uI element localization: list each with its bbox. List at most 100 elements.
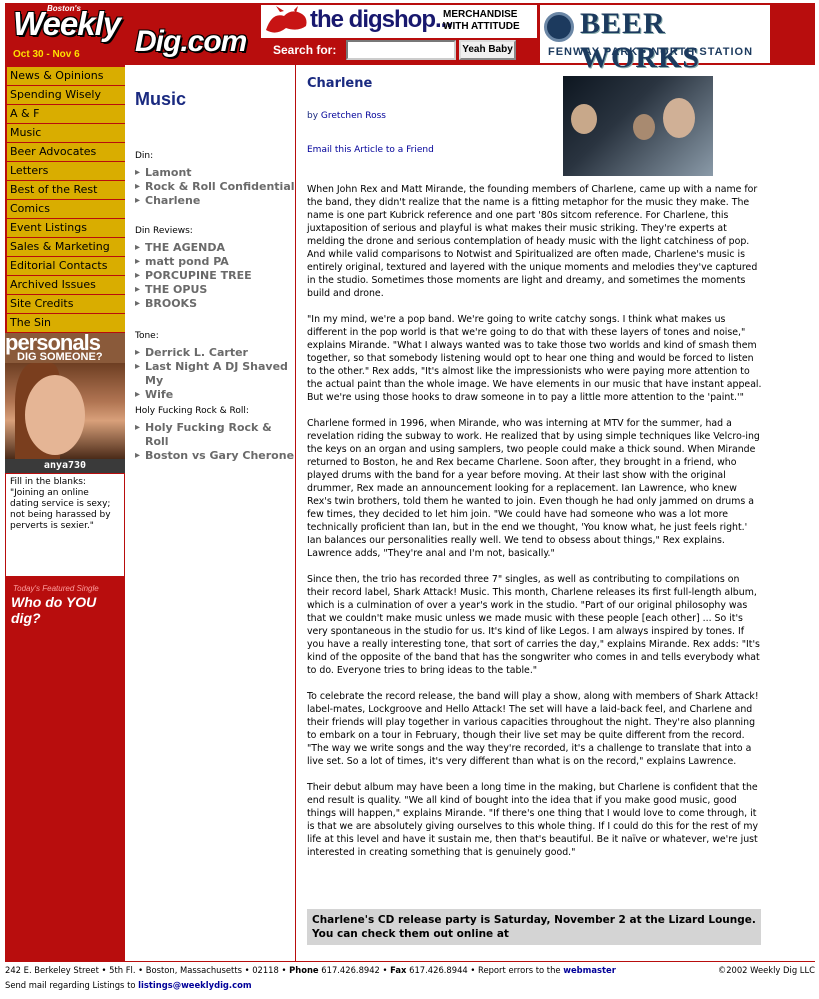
email-article-link[interactable]: Email this Article to a Friend <box>307 145 434 155</box>
site-footer: 242 E. Berkeley Street • 5th Fl. • Bosto… <box>5 961 815 999</box>
footer-address: 242 E. Berkeley Street • 5th Fl. • Bosto… <box>5 965 616 975</box>
paragraph: Their debut album may have been a long t… <box>307 782 759 858</box>
listings-text: Send mail regarding Listings to <box>5 980 136 990</box>
devil-icon <box>262 6 312 37</box>
group-label: Din: <box>135 151 154 161</box>
listings-email-link[interactable]: listings@weeklydig.com <box>138 980 251 990</box>
search-bar: Search for: Yeah Baby <box>261 40 537 62</box>
subnav-item-cont[interactable]: Wife <box>135 388 295 402</box>
fill-line-4: perverts is sexier." <box>10 521 94 531</box>
digshop-name: the digshop... <box>310 6 453 33</box>
fax-text: 617.426.8944 • Report errors to the <box>409 965 561 975</box>
issue-dates: Oct 30 - Nov 6 <box>13 49 80 60</box>
author-link[interactable]: Gretchen Ross <box>321 111 386 121</box>
fill-line-2: dating service is sexy; <box>10 499 111 509</box>
subnav-item[interactable]: Derrick L. Carter <box>135 346 295 360</box>
beerworks-locations: FENWAY PARK • NORTH STATION <box>548 46 754 58</box>
nav-item-music[interactable]: Music <box>5 124 125 142</box>
group-label: Din Reviews: <box>135 226 193 236</box>
featured-single[interactable]: Today's Featured Single Who do YOU dig? <box>5 581 125 626</box>
logo-dig: Dig.com <box>135 25 247 58</box>
subnav-item[interactable]: Last Night A DJ Shaved My <box>135 360 295 388</box>
beerworks-banner[interactable]: BEER WORKS FENWAY PARK • NORTH STATION <box>540 5 770 74</box>
nav-item-the-sin[interactable]: The Sin <box>5 314 125 332</box>
subnav-item[interactable]: Charlene <box>135 194 295 208</box>
phone-label: Phone <box>289 965 319 975</box>
search-label: Search for: <box>273 43 337 57</box>
section-title: Music <box>135 89 187 109</box>
email-article: Email this Article to a Friend <box>307 145 434 155</box>
dating-service-link[interactable]: dating service <box>10 499 74 509</box>
footer-listings: Send mail regarding Listings to listings… <box>5 980 252 990</box>
nav-item-beer-advocates[interactable]: Beer Advocates <box>5 143 125 161</box>
paragraph: When John Rex and Matt Mirande, the foun… <box>307 184 758 299</box>
search-button[interactable]: Yeah Baby <box>459 40 516 60</box>
fax-label: Fax <box>390 965 407 975</box>
nav-item-site-credits[interactable]: Site Credits <box>5 295 125 313</box>
article: Charlene by Gretchen Ross Email this Art… <box>307 65 763 961</box>
subnav-item[interactable]: Boston vs Gary Cherone <box>135 449 295 463</box>
subnav-item[interactable]: Rock & Roll Confidential <box>135 180 295 194</box>
fill-label: Fill in the blanks: <box>10 477 86 487</box>
nav-item-archived-issues[interactable]: Archived Issues <box>5 276 125 294</box>
online-dating-link[interactable]: Joining an online <box>14 488 89 498</box>
site-header: Weekly Boston's Dig.com Oct 30 - Nov 6 t… <box>5 3 815 74</box>
fill-line-3: not being harassed by <box>10 510 120 521</box>
logo-bostons: Boston's <box>47 4 81 13</box>
digshop-banner[interactable]: the digshop... MERCHANDISE WITH ATTITUDE <box>261 5 537 38</box>
featured-cta[interactable]: Who do YOU dig? <box>11 594 125 626</box>
beerworks-seal-icon <box>544 12 574 42</box>
byline-by: by <box>307 111 319 121</box>
fill-line-1: "Joining an online <box>10 488 89 498</box>
personals-ad[interactable]: personals DIG SOMEONE? <box>5 333 125 459</box>
nav-item-letters[interactable]: Letters <box>5 162 125 180</box>
nav-item-editorial-contacts[interactable]: Editorial Contacts <box>5 257 125 275</box>
address-text: 242 E. Berkeley Street • 5th Fl. • Bosto… <box>5 965 287 975</box>
group-label: Holy Fucking Rock & Roll: <box>135 406 249 416</box>
subnav-item[interactable]: THE OPUS <box>135 283 252 297</box>
paragraph: To celebrate the record release, the ban… <box>307 691 759 767</box>
not-harassed-link[interactable]: not being harassed by <box>10 510 111 520</box>
search-input[interactable] <box>346 40 456 60</box>
group-tone: Tone: Derrick L. Carter Last Night A DJ … <box>135 331 295 402</box>
nav-item-event-listings[interactable]: Event Listings <box>5 219 125 237</box>
digshop-tagline-1: MERCHANDISE <box>443 9 518 20</box>
music-subnav: Music Din: Lamont Rock & Roll Confidenti… <box>125 65 296 961</box>
personals-photo <box>5 363 125 459</box>
paragraph: Charlene formed in 1996, when Mirande, w… <box>307 418 760 559</box>
group-label: Tone: <box>135 331 159 341</box>
perverts-link[interactable]: perverts <box>10 521 48 531</box>
nav-item-sales-marketing[interactable]: Sales & Marketing <box>5 238 125 256</box>
subnav-item[interactable]: BROOKS <box>135 297 252 311</box>
subnav-item[interactable]: Lamont <box>135 166 295 180</box>
group-din-reviews: Din Reviews: THE AGENDA matt pond PA POR… <box>135 226 252 311</box>
personals-quote: Fill in the blanks: "Joining an online d… <box>6 474 124 576</box>
nav-item-news-opinions[interactable]: News & Opinions <box>5 67 125 85</box>
section-nav: News & Opinions Spending Wisely A & F Mu… <box>5 67 125 333</box>
webmaster-link[interactable]: webmaster <box>563 965 616 975</box>
subnav-item[interactable]: THE AGENDA <box>135 241 252 255</box>
subnav-item[interactable]: Holy Fucking Rock & Roll <box>135 421 295 449</box>
personals-subtitle: DIG SOMEONE? <box>17 351 103 363</box>
personals-title: personals <box>5 333 101 355</box>
article-body: When John Rex and Matt Mirande, the foun… <box>307 183 763 872</box>
band-photo <box>563 76 713 176</box>
digshop-tagline-2: WITH ATTITUDE <box>443 21 520 32</box>
group-holy-rock: Holy Fucking Rock & Roll: Holy Fucking R… <box>135 406 295 463</box>
article-title: Charlene <box>307 76 373 91</box>
nav-item-comics[interactable]: Comics <box>5 200 125 218</box>
release-party-callout: Charlene's CD release party is Saturday,… <box>307 909 761 945</box>
phone-text: 617.426.8942 • <box>321 965 388 975</box>
paragraph: "In my mind, we're a pop band. We're goi… <box>307 314 762 403</box>
group-din: Din: Lamont Rock & Roll Confidential Cha… <box>135 151 295 208</box>
nav-item-best-of-the-rest[interactable]: Best of the Rest <box>5 181 125 199</box>
personals-username[interactable]: anya730 <box>5 459 125 473</box>
featured-label: Today's Featured Single <box>13 584 99 593</box>
subnav-item[interactable]: PORCUPINE TREE <box>135 269 252 283</box>
weekly-dig-logo[interactable]: Weekly Boston's Dig.com Oct 30 - Nov 6 <box>5 3 258 65</box>
subnav-item[interactable]: matt pond PA <box>135 255 252 269</box>
left-sidebar: News & Opinions Spending Wisely A & F Mu… <box>5 65 125 961</box>
nav-item-spending-wisely[interactable]: Spending Wisely <box>5 86 125 104</box>
nav-item-a-and-f[interactable]: A & F <box>5 105 125 123</box>
byline: by Gretchen Ross <box>307 111 386 121</box>
